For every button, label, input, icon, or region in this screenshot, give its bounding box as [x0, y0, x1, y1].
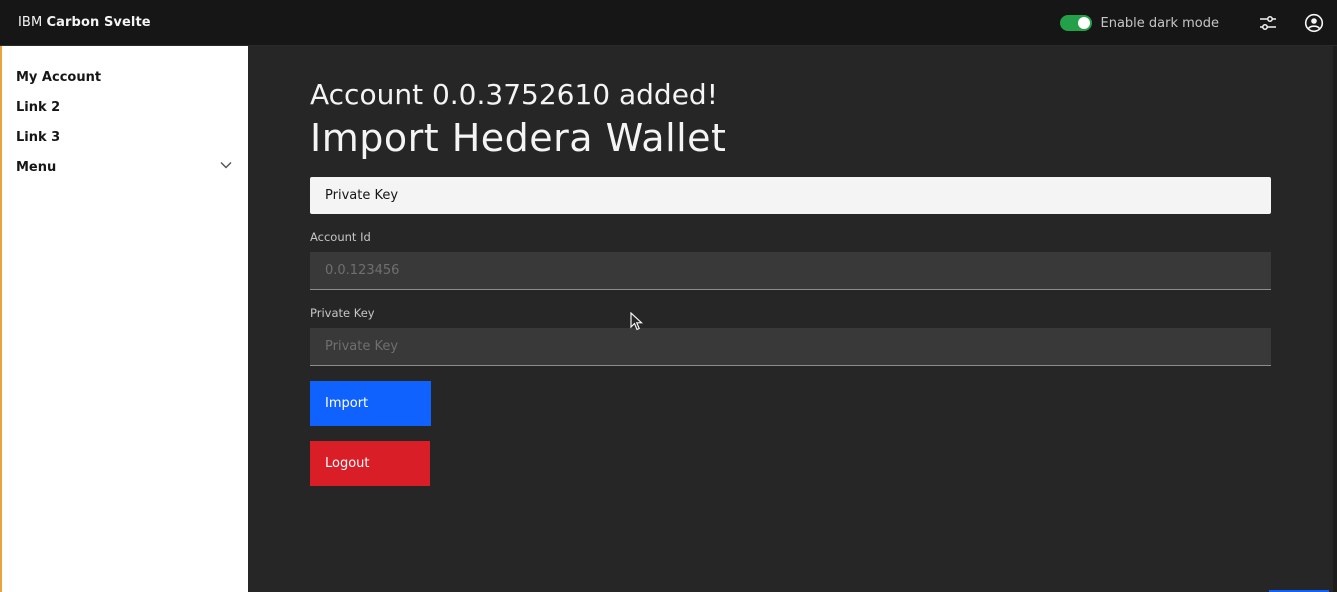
private-key-tile[interactable]: Private Key — [310, 177, 1271, 214]
user-profile-button[interactable] — [1291, 0, 1337, 46]
mouse-cursor-icon — [630, 312, 644, 331]
brand-name[interactable]: IBM Carbon Svelte — [18, 15, 151, 30]
sidebar-item-label: My Account — [16, 69, 102, 85]
account-added-notice: Account 0.0.3752610 added! — [310, 78, 718, 111]
dark-mode-label: Enable dark mode — [1100, 15, 1219, 31]
side-nav: My Account Link 2 Link 3 Menu — [0, 46, 248, 592]
app-header: IBM Carbon Svelte Enable dark mode — [0, 0, 1337, 46]
header-actions: Enable dark mode — [1060, 0, 1337, 46]
sidebar-item-label: Link 3 — [16, 129, 61, 145]
brand-prefix: IBM — [18, 15, 43, 30]
private-key-label: Private Key — [310, 306, 375, 320]
sidebar-item-link-3[interactable]: Link 3 — [2, 122, 248, 152]
chevron-down-icon — [220, 162, 232, 169]
user-avatar-icon — [1304, 13, 1324, 33]
sidebar-item-label: Menu — [16, 159, 57, 175]
window-edge — [1333, 46, 1337, 592]
main-content: Account 0.0.3752610 added! Import Hedera… — [248, 46, 1337, 592]
settings-adjust-icon — [1260, 16, 1276, 30]
brand-product: Carbon Svelte — [46, 15, 151, 30]
import-button[interactable]: Import — [310, 381, 431, 426]
sidebar-item-my-account[interactable]: My Account — [2, 62, 248, 92]
page-title: Import Hedera Wallet — [310, 116, 727, 160]
account-id-input[interactable] — [310, 252, 1271, 290]
account-id-label: Account Id — [310, 230, 371, 244]
settings-adjust-button[interactable] — [1245, 0, 1291, 46]
logout-button[interactable]: Logout — [310, 441, 430, 486]
sidebar-item-label: Link 2 — [16, 99, 61, 115]
dark-mode-toggle[interactable] — [1060, 15, 1093, 31]
sidebar-item-link-2[interactable]: Link 2 — [2, 92, 248, 122]
private-key-input[interactable] — [310, 328, 1271, 366]
sidebar-item-menu[interactable]: Menu — [2, 152, 248, 182]
